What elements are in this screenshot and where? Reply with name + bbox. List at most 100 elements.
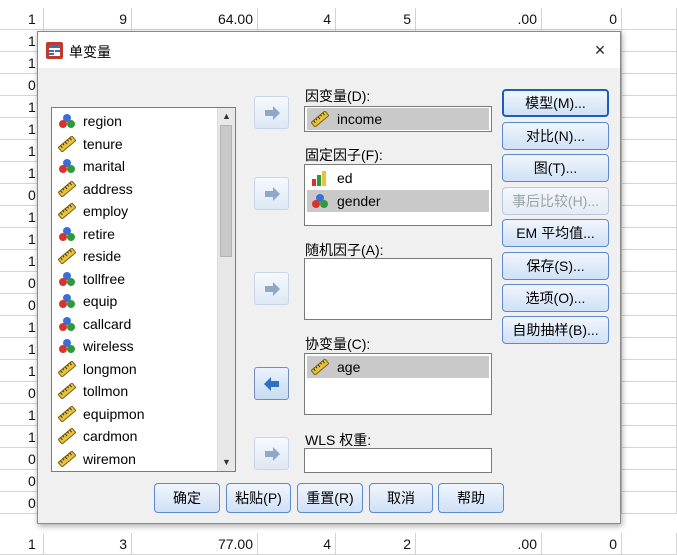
grid-cell[interactable]: [622, 74, 677, 96]
variable-item-equipmon[interactable]: equipmon: [56, 403, 216, 425]
dependent-variable-field[interactable]: income: [304, 106, 492, 132]
variable-item-retire[interactable]: retire: [56, 223, 216, 245]
fixed-factor-item-ed[interactable]: ed: [307, 167, 489, 189]
variable-label: equip: [83, 293, 118, 309]
em-means-button[interactable]: EM 平均值...: [502, 219, 609, 247]
grid-cell[interactable]: [622, 294, 677, 316]
grid-cell[interactable]: 2: [336, 533, 416, 555]
grid-cell[interactable]: [622, 360, 677, 382]
variable-list-scrollbar[interactable]: ▲ ▼: [217, 108, 235, 471]
grid-cell[interactable]: [622, 30, 677, 52]
grid-cell[interactable]: 64.00: [132, 8, 258, 30]
grid-cell[interactable]: [622, 426, 677, 448]
variable-item-tollfree[interactable]: tollfree: [56, 268, 216, 290]
reset-button[interactable]: 重置(R): [297, 483, 363, 513]
grid-cell[interactable]: 4: [258, 533, 336, 555]
grid-cell[interactable]: [622, 140, 677, 162]
grid-cell[interactable]: 3: [44, 533, 132, 555]
cancel-button[interactable]: 取消: [369, 483, 433, 513]
scale-icon: [58, 428, 76, 444]
grid-cell[interactable]: 4: [258, 8, 336, 30]
grid-cell[interactable]: [622, 162, 677, 184]
grid-cell[interactable]: 0: [542, 533, 622, 555]
grid-cell[interactable]: [622, 118, 677, 140]
variable-item-wiremon[interactable]: wiremon: [56, 448, 216, 470]
grid-cell[interactable]: [622, 316, 677, 338]
grid-cell[interactable]: [622, 206, 677, 228]
variable-label: longmon: [83, 360, 137, 377]
grid-cell[interactable]: 5: [336, 8, 416, 30]
help-button[interactable]: 帮助: [438, 483, 504, 513]
grid-cell[interactable]: [622, 96, 677, 118]
move-to-wls-button[interactable]: [254, 437, 289, 470]
grid-row-value[interactable]: 1: [0, 533, 44, 555]
covariate-item-age[interactable]: age: [307, 356, 489, 378]
title-bar: 单变量 ×: [38, 32, 620, 68]
variable-item-wireless[interactable]: wireless: [56, 335, 216, 357]
grid-cell[interactable]: 9: [44, 8, 132, 30]
wls-weight-field[interactable]: [304, 448, 492, 473]
dependent-item[interactable]: income: [307, 108, 489, 130]
grid-cell[interactable]: [622, 184, 677, 206]
grid-cell[interactable]: [622, 533, 677, 555]
covariate-list[interactable]: age: [304, 353, 492, 415]
random-factor-list[interactable]: [304, 258, 492, 320]
fixed-factor-list[interactable]: ed gender: [304, 164, 492, 226]
close-icon[interactable]: ×: [590, 40, 610, 60]
variable-item-cardmon[interactable]: cardmon: [56, 425, 216, 447]
plots-button[interactable]: 图(T)...: [502, 154, 609, 182]
scroll-thumb[interactable]: [220, 125, 232, 257]
variable-item-equip[interactable]: equip: [56, 290, 216, 312]
fixed-factor-label-gender: gender: [337, 193, 381, 209]
grid-cell[interactable]: [622, 272, 677, 294]
arrow-right-icon: [265, 447, 280, 461]
grid-cell[interactable]: [622, 382, 677, 404]
grid-cell[interactable]: [622, 250, 677, 272]
grid-cell[interactable]: [622, 52, 677, 74]
variable-item-reside[interactable]: reside: [56, 245, 216, 267]
source-variable-list[interactable]: ▲ ▼ region tenure marital address employ reti…: [51, 107, 236, 472]
grid-cell[interactable]: [622, 338, 677, 360]
model-button[interactable]: 模型(M)...: [502, 89, 609, 117]
move-to-fixed-factor-button[interactable]: [254, 177, 289, 210]
options-button[interactable]: 选项(O)...: [502, 284, 609, 312]
grid-cell[interactable]: [622, 448, 677, 470]
arrow-right-icon: [265, 187, 280, 201]
save-button[interactable]: 保存(S)...: [502, 252, 609, 280]
grid-cell[interactable]: 0: [542, 8, 622, 30]
bootstrap-button[interactable]: 自助抽样(B)...: [502, 316, 609, 344]
post-hoc-button[interactable]: 事后比较(H)...: [502, 187, 609, 215]
variable-label: cardmon: [83, 428, 138, 444]
grid-cell[interactable]: [622, 470, 677, 492]
variable-item-tollmon[interactable]: tollmon: [56, 380, 216, 402]
fixed-factor-item-gender[interactable]: gender: [307, 190, 489, 212]
variable-label: callcard: [83, 315, 132, 332]
variable-item-employ[interactable]: employ: [56, 200, 216, 222]
ok-button[interactable]: 确定: [154, 483, 220, 513]
variable-label: employ: [83, 203, 129, 219]
grid-cell[interactable]: .00: [416, 8, 542, 30]
variable-label: tollfree: [83, 270, 126, 287]
variable-item-longmon[interactable]: longmon: [56, 358, 216, 380]
move-to-dependent-button[interactable]: [254, 96, 289, 129]
variable-item-marital[interactable]: marital: [56, 155, 216, 177]
scroll-down-icon[interactable]: ▼: [219, 455, 234, 470]
move-to-random-factor-button[interactable]: [254, 272, 289, 305]
paste-button[interactable]: 粘贴(P): [226, 483, 291, 513]
grid-cell[interactable]: 77.00: [132, 533, 258, 555]
grid-cell[interactable]: .00: [416, 533, 542, 555]
move-from-covariate-button[interactable]: [254, 367, 289, 400]
grid-cell[interactable]: [622, 404, 677, 426]
variable-item-callcard[interactable]: callcard: [56, 313, 216, 335]
variable-item-region[interactable]: region: [56, 110, 216, 132]
grid-cell[interactable]: [622, 228, 677, 250]
variable-item-tenure[interactable]: tenure: [56, 133, 216, 155]
variable-label: reside: [83, 248, 122, 264]
variable-label: wireless: [83, 338, 134, 354]
contrast-button[interactable]: 对比(N)...: [502, 122, 609, 150]
grid-cell[interactable]: [622, 492, 677, 514]
grid-cell[interactable]: [622, 8, 677, 30]
grid-row-value[interactable]: 1: [0, 8, 44, 30]
scroll-up-icon[interactable]: ▲: [219, 109, 234, 124]
variable-item-address[interactable]: address: [56, 178, 216, 200]
